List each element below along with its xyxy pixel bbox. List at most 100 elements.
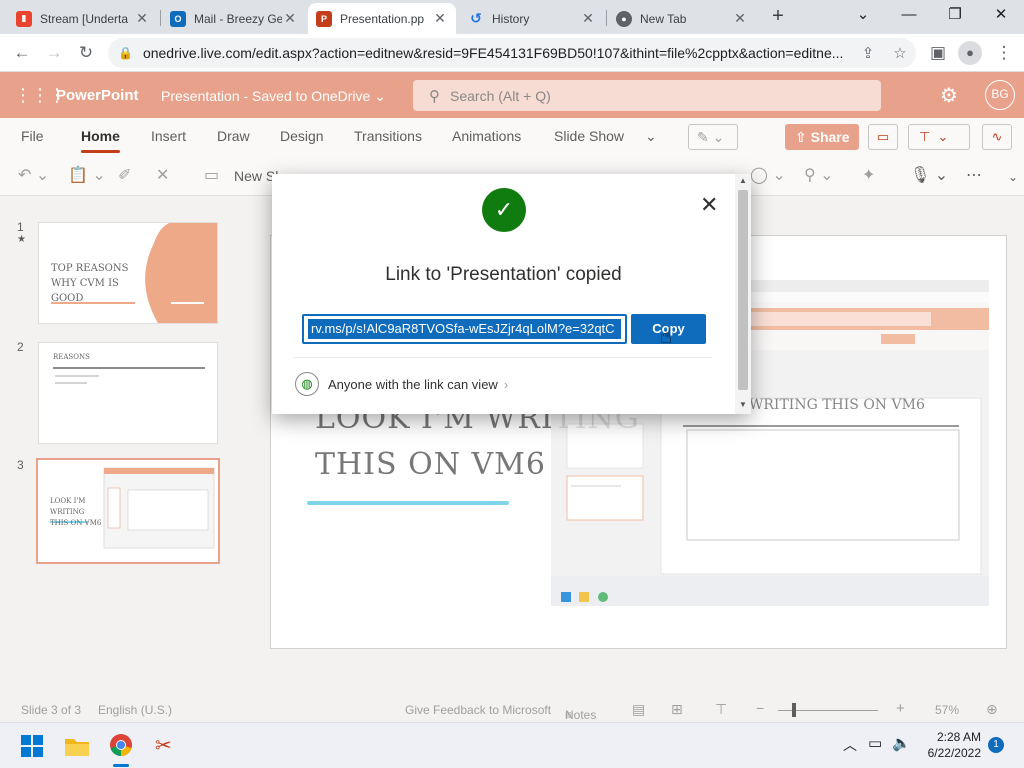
close-icon[interactable]: ✕: [732, 10, 748, 27]
reading-view-icon[interactable]: ⊤: [715, 701, 727, 718]
slide-thumbnail-2[interactable]: REASONS: [38, 342, 218, 444]
sorter-view-icon[interactable]: ⊞: [671, 701, 683, 718]
back-arrow-icon[interactable]: ←: [8, 39, 36, 67]
scroll-up-icon[interactable]: ▲: [739, 176, 747, 185]
bookmark-star-icon[interactable]: ☆: [884, 44, 916, 62]
file-explorer-icon[interactable]: [64, 735, 90, 757]
lock-icon: 🔒: [118, 46, 133, 60]
side-panel-icon[interactable]: ▣: [924, 39, 952, 67]
tab-mail[interactable]: O Mail - Breezy Ge ✕: [162, 3, 306, 34]
expand-ribbon-icon[interactable]: ⌄: [1008, 170, 1018, 184]
share-button[interactable]: ⇧ Share: [785, 124, 859, 150]
search-input[interactable]: ⚲ Search (Alt + Q): [413, 80, 881, 111]
minimize-icon[interactable]: —: [886, 0, 932, 30]
tab-transitions[interactable]: Transitions: [354, 128, 422, 144]
link-field[interactable]: rv.ms/p/s!AlC9aR8TVOSfa-wEsJZjr4qLolM?e=…: [302, 314, 627, 344]
more-tabs-chevron-icon[interactable]: ⌄: [645, 128, 657, 145]
tab-insert[interactable]: Insert: [151, 128, 186, 144]
dialog-scrollbar[interactable]: ▲ ▼: [735, 174, 751, 414]
zoom-out-icon[interactable]: −: [756, 700, 764, 716]
new-slide-icon[interactable]: ▭: [204, 165, 219, 185]
profile-avatar-icon[interactable]: ●: [958, 41, 982, 65]
shapes-icon[interactable]: ◯ ⌄: [750, 165, 786, 185]
tab-draw[interactable]: Draw: [217, 128, 250, 144]
close-icon[interactable]: ✕: [282, 10, 298, 27]
network-icon[interactable]: ▭: [868, 734, 882, 752]
embedded-heading: WRITING THIS ON VM6: [749, 397, 925, 413]
thumb-number: 3: [17, 458, 24, 472]
user-avatar[interactable]: BG: [985, 80, 1015, 110]
thumb-2-title: REASONS: [53, 353, 90, 361]
windows-start-icon[interactable]: [21, 735, 43, 757]
slide-thumbnail-1[interactable]: TOP REASONS WHY CVM IS GOOD: [38, 222, 218, 324]
app-name[interactable]: PowerPoint: [56, 87, 139, 104]
share-page-icon[interactable]: ⇪: [852, 44, 884, 62]
notification-badge[interactable]: 1: [988, 737, 1004, 753]
pen-icon: ✎: [697, 129, 709, 145]
close-icon[interactable]: ✕: [432, 10, 448, 27]
zoom-in-icon[interactable]: +: [896, 700, 905, 717]
chevron-right-icon: ›: [503, 376, 509, 392]
tab-stream[interactable]: ▮ Stream [Underta ✕: [8, 3, 158, 34]
slide-count: Slide 3 of 3: [21, 703, 82, 717]
more-vert-icon[interactable]: ⋮: [990, 39, 1018, 67]
tab-design[interactable]: Design: [280, 128, 324, 144]
window-close-icon[interactable]: ✕: [978, 0, 1024, 30]
tab-file[interactable]: File: [21, 128, 44, 144]
undo-icon[interactable]: ↶ ⌄: [18, 165, 49, 185]
activity-icon[interactable]: ∿: [982, 124, 1012, 150]
format-painter-icon[interactable]: ✐: [118, 165, 131, 185]
close-icon[interactable]: ✕: [134, 10, 150, 27]
scroll-down-icon[interactable]: ▼: [739, 400, 747, 409]
fit-slide-icon[interactable]: ⊕: [986, 701, 998, 718]
tab-presentation[interactable]: P Presentation.pp ✕: [308, 3, 456, 34]
new-tab-button[interactable]: +: [766, 5, 790, 29]
tab-animations[interactable]: Animations: [452, 128, 521, 144]
clear-icon[interactable]: ✕: [156, 165, 169, 185]
gear-icon[interactable]: ⚙: [940, 83, 958, 108]
tab-slide-show[interactable]: Slide Show: [554, 128, 624, 144]
designer-icon[interactable]: ✦: [862, 165, 875, 185]
app-header: ⋮⋮⋮ PowerPoint Presentation - Saved to O…: [0, 72, 1024, 118]
show-hidden-icons-chevron[interactable]: ︿: [843, 735, 857, 755]
find-icon[interactable]: ⚲ ⌄: [804, 165, 834, 185]
zoom-slider-thumb[interactable]: [792, 703, 796, 717]
close-icon[interactable]: ✕: [700, 194, 718, 216]
close-icon[interactable]: ✕: [580, 10, 596, 27]
omnibox[interactable]: 🔒 onedrive.live.com/edit.aspx?action=edi…: [108, 38, 916, 68]
scrollbar-thumb[interactable]: [738, 190, 748, 390]
slide-thumbnail-pane: 1 ★ TOP REASONS WHY CVM IS GOOD 2 REASON…: [0, 196, 250, 698]
snipping-tool-icon[interactable]: ✂: [155, 733, 172, 758]
permission-setting[interactable]: ◍ Anyone with the link can view ›: [295, 372, 508, 396]
clipboard-icon[interactable]: 📋 ⌄: [68, 165, 106, 185]
doc-title-text: Presentation - Saved to OneDrive: [161, 88, 371, 104]
feedback-link[interactable]: Give Feedback to Microsoft: [405, 703, 551, 717]
chrome-taskbar-icon[interactable]: [109, 733, 133, 757]
link-text[interactable]: rv.ms/p/s!AlC9aR8TVOSfa-wEsJZjr4qLolM?e=…: [308, 319, 621, 339]
forward-arrow-icon[interactable]: →: [40, 39, 68, 67]
thumb-number: 1: [17, 220, 24, 234]
normal-view-icon[interactable]: ▤: [632, 701, 645, 718]
restore-icon[interactable]: ❐: [932, 0, 978, 30]
more-options-icon[interactable]: ⋯: [966, 165, 982, 185]
star-icon: ★: [17, 234, 26, 245]
tab-search-chevron-icon[interactable]: ⌄: [840, 0, 886, 30]
clock[interactable]: 2:28 AM 6/22/2022: [925, 729, 981, 761]
volume-icon[interactable]: 🔈: [892, 734, 911, 752]
pen-dropdown[interactable]: ✎ ⌄: [688, 124, 738, 150]
permission-text: Anyone with the link can view: [328, 376, 498, 392]
tab-home[interactable]: Home: [81, 128, 120, 153]
reload-icon[interactable]: ↻: [72, 39, 100, 67]
doc-title[interactable]: Presentation - Saved to OneDrive ⌄: [161, 88, 386, 105]
url-text[interactable]: onedrive.live.com/edit.aspx?action=editn…: [143, 45, 852, 61]
slide-thumbnail-3[interactable]: LOOK I'M WRITING THIS ON VM6: [36, 458, 220, 564]
screen: ▮ Stream [Underta ✕ O Mail - Breezy Ge ✕…: [0, 0, 1024, 768]
tab-new-tab[interactable]: ● New Tab ✕: [608, 3, 756, 34]
tab-history[interactable]: ↺ History ✕: [460, 3, 604, 34]
tab-label: History: [492, 11, 530, 26]
present-icon[interactable]: ⊤ ⌄: [908, 124, 970, 150]
comments-icon[interactable]: ▭: [868, 124, 898, 150]
language-status[interactable]: English (U.S.): [98, 703, 172, 717]
zoom-level[interactable]: 57%: [935, 703, 959, 717]
dictate-icon[interactable]: 🎙 ⌄: [910, 165, 948, 185]
